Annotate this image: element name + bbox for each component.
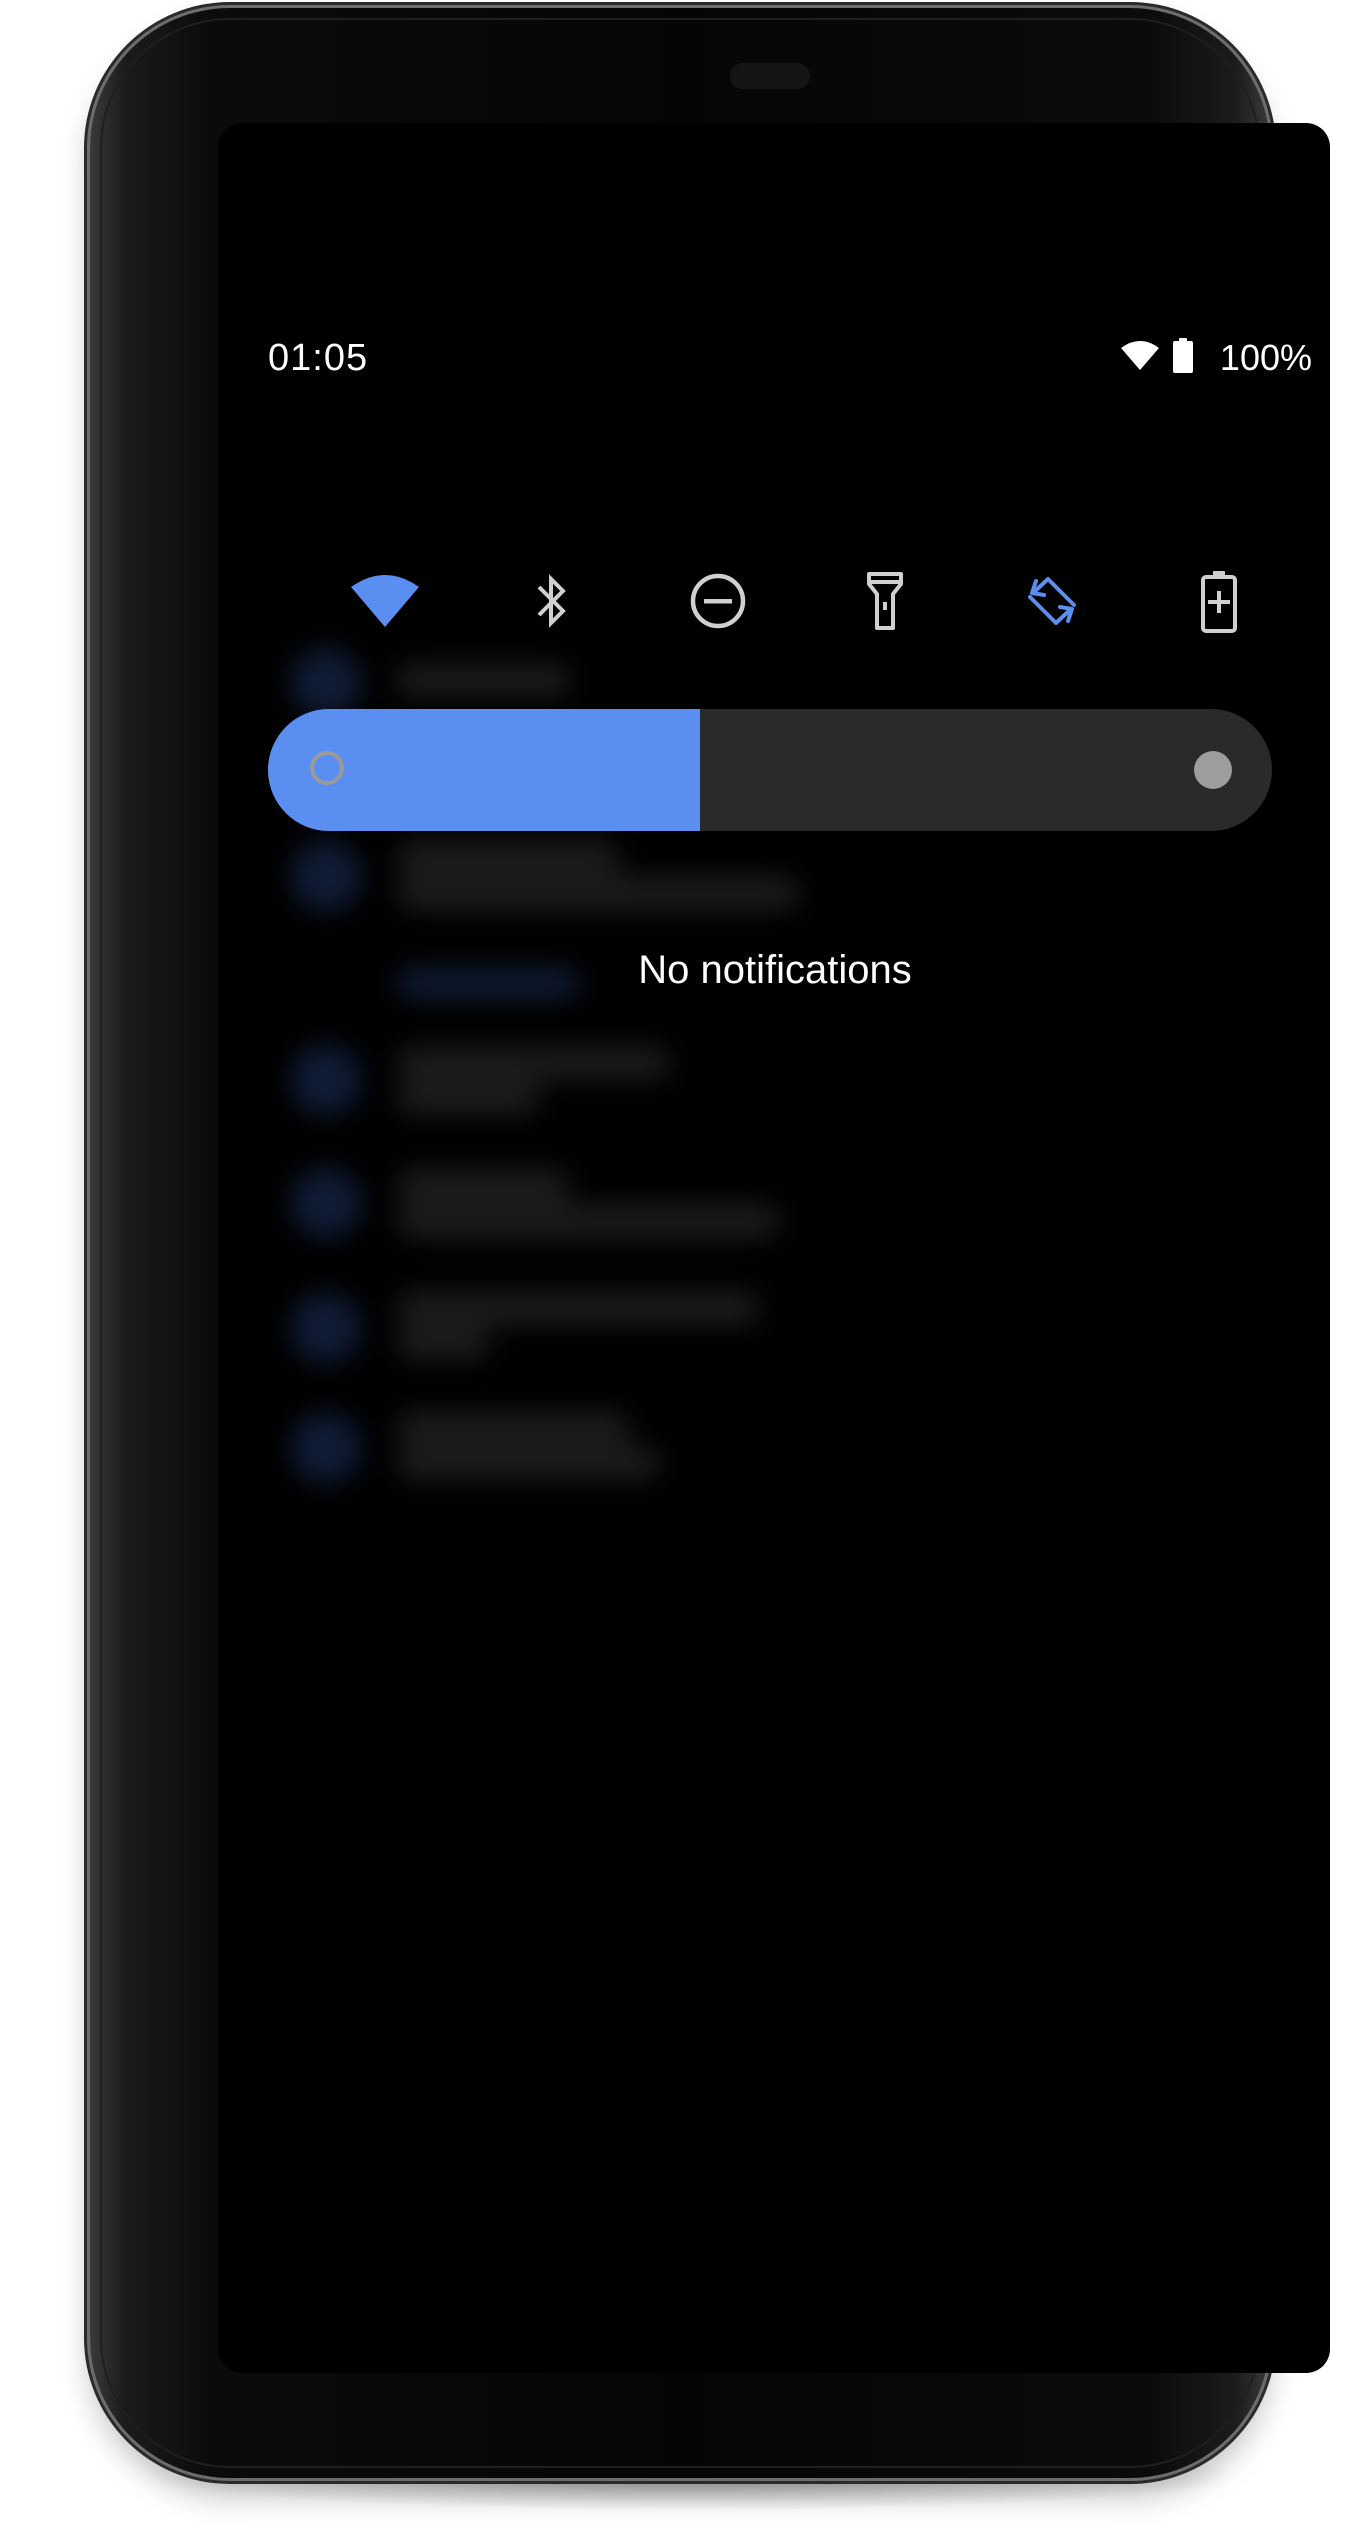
- tile-flashlight[interactable]: [840, 563, 930, 643]
- brightness-high-icon: [1194, 751, 1232, 789]
- wifi-icon: [1120, 340, 1160, 377]
- tile-auto-rotate[interactable]: [1007, 563, 1097, 643]
- auto-rotate-icon: [1022, 571, 1082, 636]
- tile-do-not-disturb[interactable]: [673, 563, 763, 643]
- tile-wifi[interactable]: [340, 563, 430, 643]
- status-time: 01:05: [268, 337, 369, 379]
- battery-icon: [1172, 337, 1194, 379]
- brightness-slider[interactable]: [268, 709, 1272, 831]
- bluetooth-icon: [529, 571, 573, 636]
- screen: 01:05 100% No notifications: [218, 123, 1330, 2373]
- tile-bluetooth[interactable]: [506, 563, 596, 643]
- status-icons: 100%: [1120, 335, 1312, 381]
- no-notifications-text: No notifications: [638, 948, 912, 992]
- blurred-background: [218, 123, 1330, 2373]
- battery-saver-icon: [1199, 569, 1239, 638]
- quick-settings-row: [218, 563, 1330, 643]
- phone-body: 01:05 100% No notifications: [90, 8, 1330, 2478]
- wifi-icon: [349, 573, 421, 634]
- brightness-low-icon: [310, 751, 344, 785]
- top-sensor: [730, 63, 810, 89]
- device-mockup: 01:05 100% No notifications: [0, 0, 1370, 2534]
- battery-percent: 100%: [1219, 337, 1312, 378]
- tile-battery-saver[interactable]: [1174, 563, 1264, 643]
- flashlight-icon: [863, 570, 907, 637]
- do-not-disturb-icon: [688, 571, 748, 636]
